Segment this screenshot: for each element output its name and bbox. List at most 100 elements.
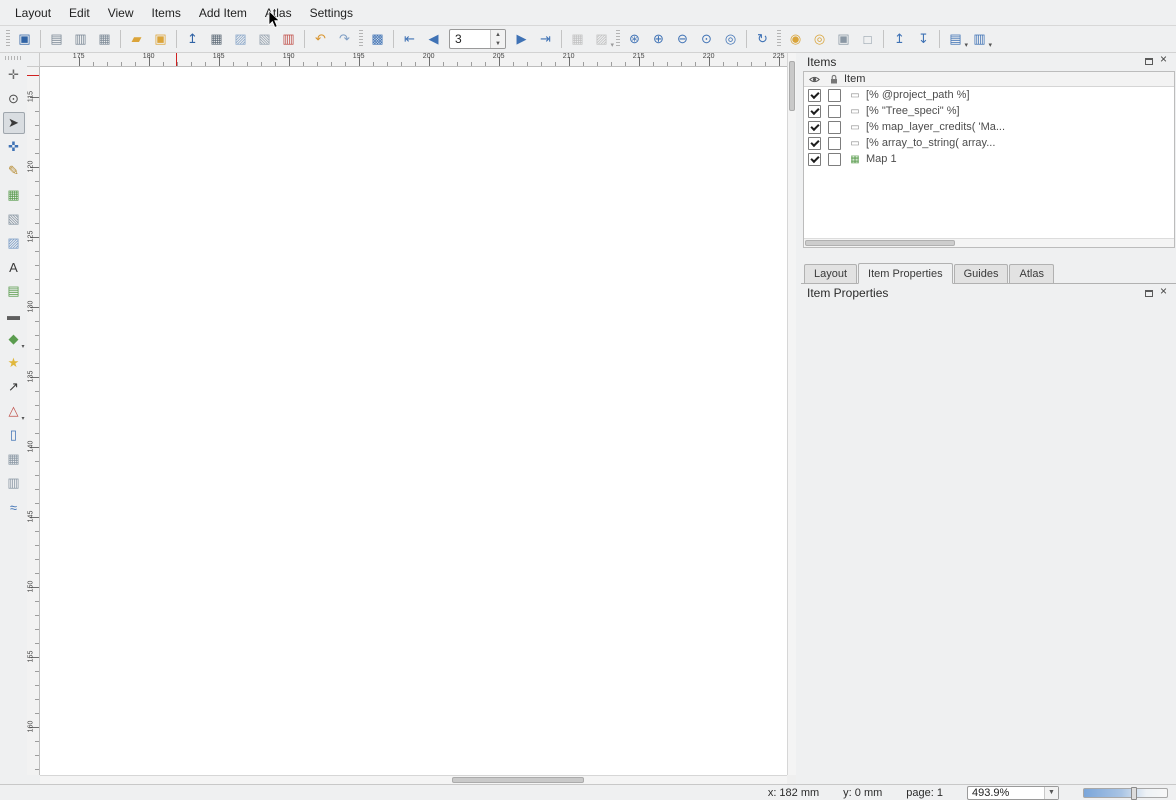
export-layout-button[interactable]: ↥	[181, 28, 204, 50]
menu-item[interactable]: Layout	[6, 2, 60, 24]
spin-up-icon[interactable]: ▲	[491, 30, 505, 39]
pan-layout-tool[interactable]: ✛	[3, 64, 25, 86]
item-lock-checkbox[interactable]	[828, 105, 841, 118]
add-html-tool[interactable]: ▯	[3, 424, 25, 446]
menu-item[interactable]: Edit	[60, 2, 99, 24]
print-atlas-button[interactable]: ▦	[566, 28, 589, 50]
items-tree-row[interactable]: ▭ [% array_to_string( array...	[804, 135, 1174, 151]
item-visibility-checkbox[interactable]	[808, 153, 821, 166]
print-layout-button[interactable]: ▦	[205, 28, 228, 50]
item-visibility-checkbox[interactable]	[808, 137, 821, 150]
atlas-previous-feature-button[interactable]: ◀	[422, 28, 445, 50]
close-panel-icon[interactable]	[1160, 289, 1169, 298]
toolbar-handle[interactable]	[359, 30, 363, 48]
refresh-view-button[interactable]: ↻	[751, 28, 774, 50]
layout-page-canvas[interactable]	[40, 67, 787, 775]
menu-item[interactable]: Items	[143, 2, 190, 24]
horizontal-scrollbar-thumb[interactable]	[452, 777, 584, 783]
zoom-level-combobox[interactable]: 493.9% ▼	[967, 786, 1059, 800]
add-picture-tool[interactable]: ▨	[3, 232, 25, 254]
chevron-down-icon[interactable]: ▼	[1044, 787, 1058, 799]
new-layout-button[interactable]: ▤	[45, 28, 68, 50]
add-label-tool[interactable]: A	[3, 256, 25, 278]
atlas-feature-spinbox[interactable]: ▲ ▼	[449, 29, 506, 49]
item-visibility-checkbox[interactable]	[808, 105, 821, 118]
export-as-image-button[interactable]: ▨	[229, 28, 252, 50]
vertical-scrollbar-thumb[interactable]	[789, 61, 795, 111]
canvas-vertical-scrollbar[interactable]	[787, 53, 796, 775]
add-arrow-tool[interactable]: ↗	[3, 376, 25, 398]
add-shape-tool[interactable]: ◆	[3, 328, 25, 350]
spinbox-arrows[interactable]: ▲ ▼	[490, 30, 505, 48]
dock-tab[interactable]: Guides	[954, 264, 1009, 283]
zoom-slider[interactable]	[1083, 788, 1168, 798]
unlock-all-items-button[interactable]: ◎	[808, 28, 831, 50]
dock-splitter[interactable]	[801, 248, 1176, 263]
add-legend-tool[interactable]: ▤	[3, 280, 25, 302]
item-visibility-checkbox[interactable]	[808, 89, 821, 102]
undo-button[interactable]: ↶	[309, 28, 332, 50]
redo-button[interactable]: ↷	[333, 28, 356, 50]
add-elevation-profile-tool[interactable]: ≈	[3, 496, 25, 518]
lower-items-button[interactable]: ↧	[912, 28, 935, 50]
close-panel-icon[interactable]	[1160, 57, 1169, 66]
lock-selected-items-button[interactable]: ◉	[784, 28, 807, 50]
toolbar-separator[interactable]	[120, 30, 121, 48]
item-lock-checkbox[interactable]	[828, 153, 841, 166]
zoom-to-width-button[interactable]: ◎	[719, 28, 742, 50]
add-node-item-tool[interactable]: △	[3, 400, 25, 422]
menu-item[interactable]: View	[99, 2, 143, 24]
add-fixed-table-tool[interactable]: ▥	[3, 472, 25, 494]
items-tree-row[interactable]: ▦ Map 1	[804, 151, 1174, 167]
toolbox-handle[interactable]	[5, 56, 23, 60]
item-lock-checkbox[interactable]	[828, 89, 841, 102]
add-map-tool[interactable]: ▦	[3, 184, 25, 206]
zoom-out-button[interactable]: ⊖	[671, 28, 694, 50]
toolbar-separator[interactable]	[304, 30, 305, 48]
atlas-last-feature-button[interactable]: ⇥	[534, 28, 557, 50]
layout-manager-button[interactable]: ▦	[93, 28, 116, 50]
atlas-next-feature-button[interactable]: ▶	[510, 28, 533, 50]
distribute-items-button[interactable]: ▥	[968, 28, 991, 50]
items-tree-row[interactable]: ▭ [% "Tree_speci" %]	[804, 103, 1174, 119]
float-panel-icon[interactable]	[1145, 290, 1153, 297]
save-project-button[interactable]: ▣	[13, 28, 36, 50]
group-items-button[interactable]: ▣	[832, 28, 855, 50]
atlas-feature-input[interactable]	[450, 30, 490, 48]
move-item-content-tool[interactable]: ✜	[3, 136, 25, 158]
save-as-template-button[interactable]: ▣	[149, 28, 172, 50]
canvas-horizontal-scrollbar[interactable]	[40, 775, 787, 784]
zoom-tool[interactable]: ⊙	[3, 88, 25, 110]
align-items-button[interactable]: ▤	[944, 28, 967, 50]
vertical-ruler[interactable]: 115120125130135140145150155160	[27, 67, 40, 775]
toolbar-separator[interactable]	[561, 30, 562, 48]
toolbar-separator[interactable]	[883, 30, 884, 48]
ungroup-items-button[interactable]: □	[856, 28, 879, 50]
toolbar-separator[interactable]	[176, 30, 177, 48]
float-panel-icon[interactable]	[1145, 58, 1153, 65]
toolbar-handle[interactable]	[777, 30, 781, 48]
toolbar-separator[interactable]	[40, 30, 41, 48]
zoom-actual-size-button[interactable]: ⊙	[695, 28, 718, 50]
add-attribute-table-tool[interactable]: ▦	[3, 448, 25, 470]
atlas-settings-button[interactable]: ▩	[366, 28, 389, 50]
duplicate-layout-button[interactable]: ▥	[69, 28, 92, 50]
zoom-full-button[interactable]: ⊛	[623, 28, 646, 50]
toolbar-separator[interactable]	[393, 30, 394, 48]
atlas-first-feature-button[interactable]: ⇤	[398, 28, 421, 50]
add-items-from-template-button[interactable]: ▰	[125, 28, 148, 50]
zoom-slider-handle[interactable]	[1131, 787, 1137, 800]
item-visibility-checkbox[interactable]	[808, 121, 821, 134]
items-tree-row[interactable]: ▭ [% map_layer_credits( 'Ma...	[804, 119, 1174, 135]
dock-tab[interactable]: Atlas	[1009, 264, 1053, 283]
menu-item[interactable]: Add Item	[190, 2, 256, 24]
items-tree-row[interactable]: ▭ [% @project_path %]	[804, 87, 1174, 103]
dock-tab[interactable]: Item Properties	[858, 263, 953, 284]
add-3d-map-tool[interactable]: ▧	[3, 208, 25, 230]
select-move-item-tool[interactable]: ➤	[3, 112, 25, 134]
raise-items-button[interactable]: ↥	[888, 28, 911, 50]
horizontal-ruler[interactable]: 175180185190195200205210215220225	[40, 53, 787, 67]
add-marker-tool[interactable]: ★	[3, 352, 25, 374]
item-lock-checkbox[interactable]	[828, 137, 841, 150]
spin-down-icon[interactable]: ▼	[491, 39, 505, 48]
